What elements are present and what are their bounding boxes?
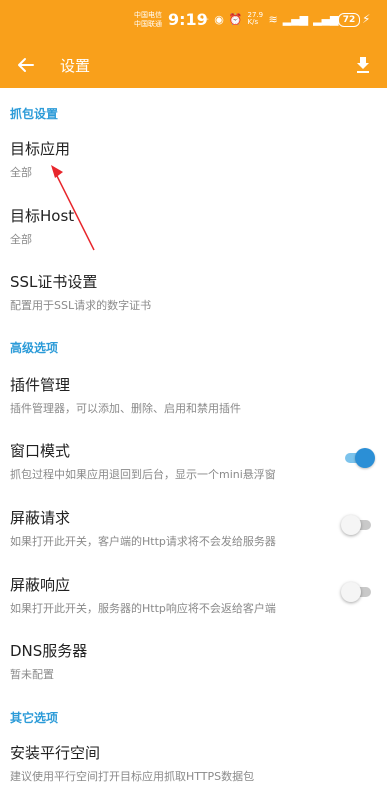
- network-speed: 27.9 K/s: [247, 11, 264, 26]
- setting-subtitle: 如果打开此开关，服务器的Http响应将不会返给客户端: [10, 602, 276, 615]
- setting-title: DNS服务器: [10, 642, 88, 660]
- download-icon: [357, 57, 369, 73]
- setting-target-host[interactable]: 目标Host 全部: [0, 205, 387, 261]
- setting-plugin-manager[interactable]: 插件管理 插件管理器，可以添加、删除、启用和禁用插件: [0, 374, 387, 430]
- wifi-icon: ≋: [268, 12, 278, 26]
- block-request-toggle[interactable]: [341, 514, 373, 536]
- setting-subtitle: 插件管理器，可以添加、删除、启用和禁用插件: [10, 402, 241, 415]
- alarm-icon: ⏰: [228, 12, 243, 26]
- section-advanced-options: 高级选项: [10, 341, 59, 355]
- carrier-1: 中国电信: [134, 11, 162, 19]
- carrier-2: 中国联通: [134, 20, 162, 28]
- toggle-thumb: [341, 515, 361, 535]
- setting-subtitle: 如果打开此开关，客户端的Http请求将不会发给服务器: [10, 535, 276, 548]
- setting-block-response[interactable]: 屏蔽响应 如果打开此开关，服务器的Http响应将不会返给客户端: [0, 574, 387, 630]
- setting-title: 安装平行空间: [10, 744, 101, 762]
- battery-level: 72: [338, 13, 360, 27]
- setting-block-request[interactable]: 屏蔽请求 如果打开此开关，客户端的Http请求将不会发给服务器: [0, 507, 387, 563]
- section-capture-settings: 抓包设置: [10, 107, 59, 121]
- setting-title: SSL证书设置: [10, 273, 98, 291]
- setting-title: 窗口模式: [10, 442, 71, 460]
- setting-title: 目标应用: [10, 140, 71, 158]
- setting-subtitle: 全部: [10, 233, 32, 246]
- setting-subtitle: 全部: [10, 166, 32, 179]
- setting-title: 屏蔽请求: [10, 509, 71, 527]
- arrow-left-icon: [18, 58, 34, 72]
- status-bar: 中国电信 中国联通 9:19 ✈ ◉ ⏰ 27.9 K/s ≋ ▂▄▆ ▂▄▆ …: [0, 0, 387, 42]
- setting-target-app[interactable]: 目标应用 全部: [0, 138, 387, 194]
- app-notification-icon: ✈: [200, 12, 210, 26]
- toggle-thumb: [355, 448, 375, 468]
- block-response-toggle[interactable]: [341, 581, 373, 603]
- setting-ssl-certificate[interactable]: SSL证书设置 配置用于SSL请求的数字证书: [0, 271, 387, 327]
- setting-title: 插件管理: [10, 376, 71, 394]
- setting-install-parallel-space[interactable]: 安装平行空间 建议使用平行空间打开目标应用抓取HTTPS数据包: [0, 742, 387, 798]
- window-mode-toggle[interactable]: [343, 447, 375, 469]
- setting-window-mode[interactable]: 窗口模式 抓包过程中如果应用退回到后台，显示一个mini悬浮窗: [0, 440, 387, 496]
- setting-subtitle: 建议使用平行空间打开目标应用抓取HTTPS数据包: [10, 770, 255, 783]
- setting-subtitle: 配置用于SSL请求的数字证书: [10, 299, 152, 312]
- back-button[interactable]: [8, 47, 44, 83]
- setting-title: 目标Host: [10, 207, 75, 225]
- setting-subtitle: 抓包过程中如果应用退回到后台，显示一个mini悬浮窗: [10, 468, 276, 481]
- status-icons: ✈ ◉ ⏰ 27.9 K/s ≋ ▂▄▆ ▂▄▆: [200, 12, 339, 26]
- setting-subtitle: 暂未配置: [10, 668, 54, 681]
- app-bar: 设置: [0, 42, 387, 88]
- setting-title: 屏蔽响应: [10, 576, 71, 594]
- download-button[interactable]: [345, 47, 381, 83]
- charging-icon: ⚡: [362, 12, 371, 26]
- setting-dns-server[interactable]: DNS服务器 暂未配置: [0, 640, 387, 696]
- eye-icon: ◉: [214, 12, 224, 26]
- section-other-options: 其它选项: [10, 711, 59, 725]
- carrier-info: 中国电信 中国联通: [134, 11, 162, 29]
- signal-2-icon: ▂▄▆: [313, 12, 339, 26]
- signal-1-icon: ▂▄▆: [282, 12, 309, 26]
- page-title: 设置: [60, 57, 91, 75]
- toggle-thumb: [341, 582, 361, 602]
